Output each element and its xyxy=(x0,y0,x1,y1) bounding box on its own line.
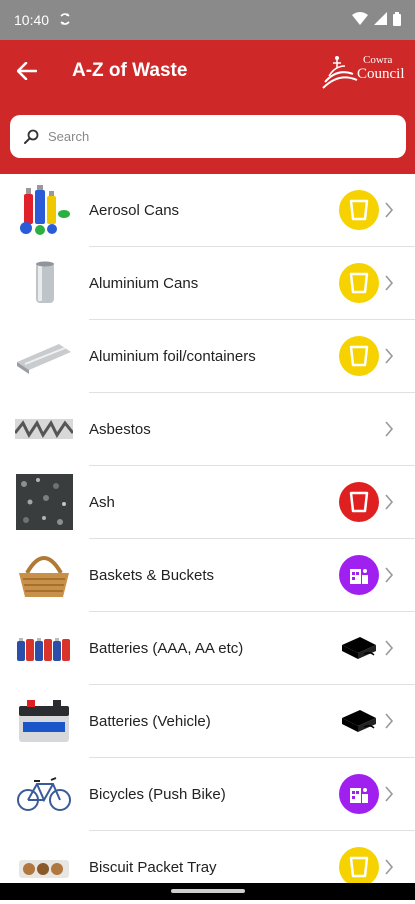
purple-shop-icon xyxy=(339,774,379,814)
list-item[interactable]: Ash xyxy=(0,466,415,539)
chevron-right-icon xyxy=(385,859,394,875)
system-nav-bar xyxy=(0,883,415,900)
yellow-bin-icon xyxy=(339,336,379,376)
list-item[interactable]: Aerosol Cans xyxy=(0,174,415,247)
wifi-icon xyxy=(352,12,368,28)
aluminium-foil-thumbnail xyxy=(15,328,73,384)
yellow-bin-icon xyxy=(339,190,379,230)
chevron-right-icon xyxy=(385,640,394,656)
back-arrow-icon xyxy=(17,61,37,80)
chevron-right-icon xyxy=(385,202,394,218)
logo-text-cowra: Cowra xyxy=(363,54,393,66)
chevron-right-icon xyxy=(385,786,394,802)
item-label: Asbestos xyxy=(89,421,151,438)
bicycle-thumbnail xyxy=(15,766,73,822)
council-logo: Cowra Council xyxy=(319,48,409,94)
status-bar: 10:40 xyxy=(0,0,415,40)
search-icon xyxy=(24,129,39,144)
asbestos-thumbnail xyxy=(15,401,73,457)
car-battery-thumbnail xyxy=(15,693,73,749)
list-item[interactable]: Baskets & Buckets xyxy=(0,539,415,612)
chevron-right-icon xyxy=(385,713,394,729)
list-item[interactable]: Asbestos xyxy=(0,393,415,466)
aerosol-cans-thumbnail xyxy=(15,182,73,238)
yellow-bin-icon xyxy=(339,263,379,303)
app-bar: A-Z of Waste Cowra Council xyxy=(0,40,415,101)
item-label: Aluminium Cans xyxy=(89,275,199,292)
signal-icon xyxy=(374,12,387,28)
chevron-right-icon xyxy=(385,421,394,437)
item-label: Aerosol Cans xyxy=(89,202,180,219)
drop-off-tray-icon xyxy=(339,628,379,668)
list-item[interactable]: Aluminium foil/containers xyxy=(0,320,415,393)
chevron-right-icon xyxy=(385,494,394,510)
page-title: A-Z of Waste xyxy=(72,59,188,81)
red-bin-icon xyxy=(339,482,379,522)
waste-list: Aerosol Cans Aluminium Cans Aluminium fo… xyxy=(0,174,415,904)
item-label: Aluminium foil/containers xyxy=(89,348,256,365)
search-box[interactable] xyxy=(10,115,406,158)
aluminium-can-thumbnail xyxy=(15,255,73,311)
yellow-bin-icon xyxy=(339,847,379,887)
drop-off-tray-icon xyxy=(339,701,379,741)
list-item[interactable]: Batteries (AAA, AA etc) xyxy=(0,612,415,685)
search-input[interactable] xyxy=(48,129,378,144)
batteries-thumbnail xyxy=(15,620,73,676)
item-label: Bicycles (Push Bike) xyxy=(89,786,226,803)
sync-icon xyxy=(59,12,71,29)
item-label: Baskets & Buckets xyxy=(89,567,215,584)
chevron-right-icon xyxy=(385,567,394,583)
item-label: Batteries (AAA, AA etc) xyxy=(89,640,244,657)
list-item[interactable]: Bicycles (Push Bike) xyxy=(0,758,415,831)
list-item[interactable]: Batteries (Vehicle) xyxy=(0,685,415,758)
chevron-right-icon xyxy=(385,348,394,364)
item-label: Batteries (Vehicle) xyxy=(89,713,211,730)
chevron-right-icon xyxy=(385,275,394,291)
logo-text-council: Council xyxy=(357,66,405,82)
home-gesture-handle[interactable] xyxy=(171,889,245,893)
ash-thumbnail xyxy=(15,474,73,530)
basket-thumbnail xyxy=(15,547,73,603)
back-button[interactable] xyxy=(0,40,54,101)
item-label: Ash xyxy=(89,494,115,511)
list-item[interactable]: Aluminium Cans xyxy=(0,247,415,320)
status-time: 10:40 xyxy=(14,12,50,28)
search-area xyxy=(0,101,415,174)
purple-shop-icon xyxy=(339,555,379,595)
battery-icon xyxy=(393,11,401,29)
